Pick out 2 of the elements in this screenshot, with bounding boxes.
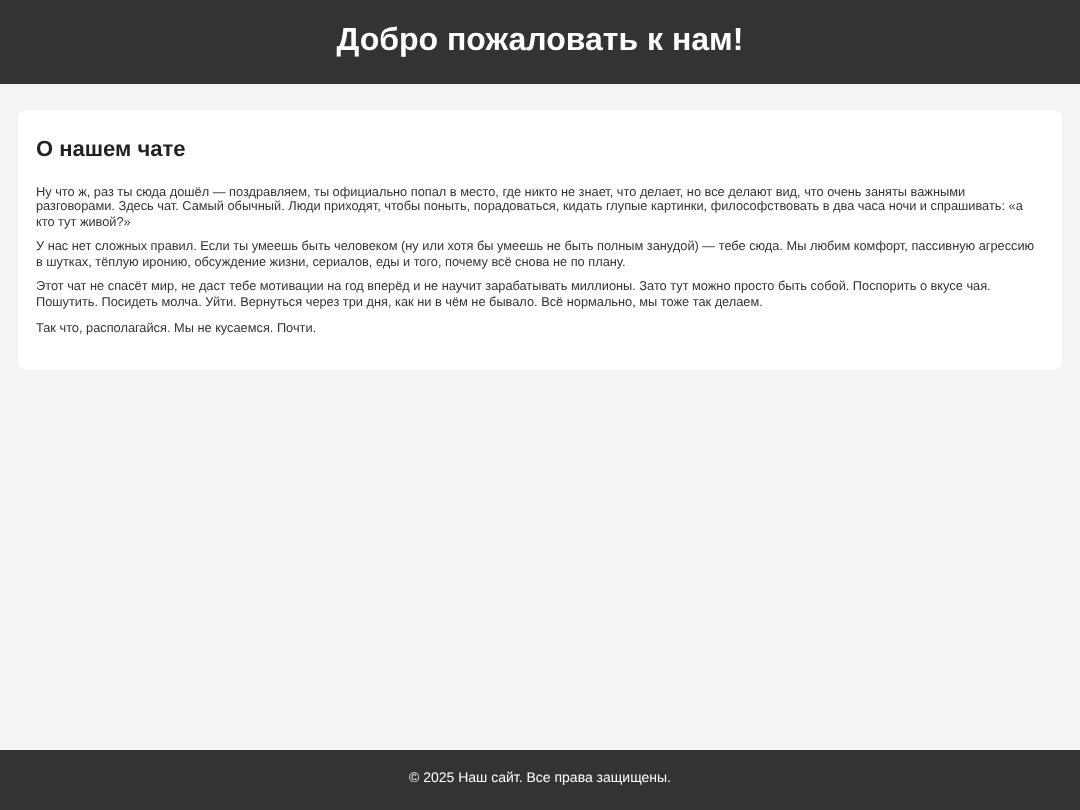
page-title: Добро пожаловать к нам! xyxy=(336,22,744,62)
section-title: О нашем чате xyxy=(36,136,188,166)
